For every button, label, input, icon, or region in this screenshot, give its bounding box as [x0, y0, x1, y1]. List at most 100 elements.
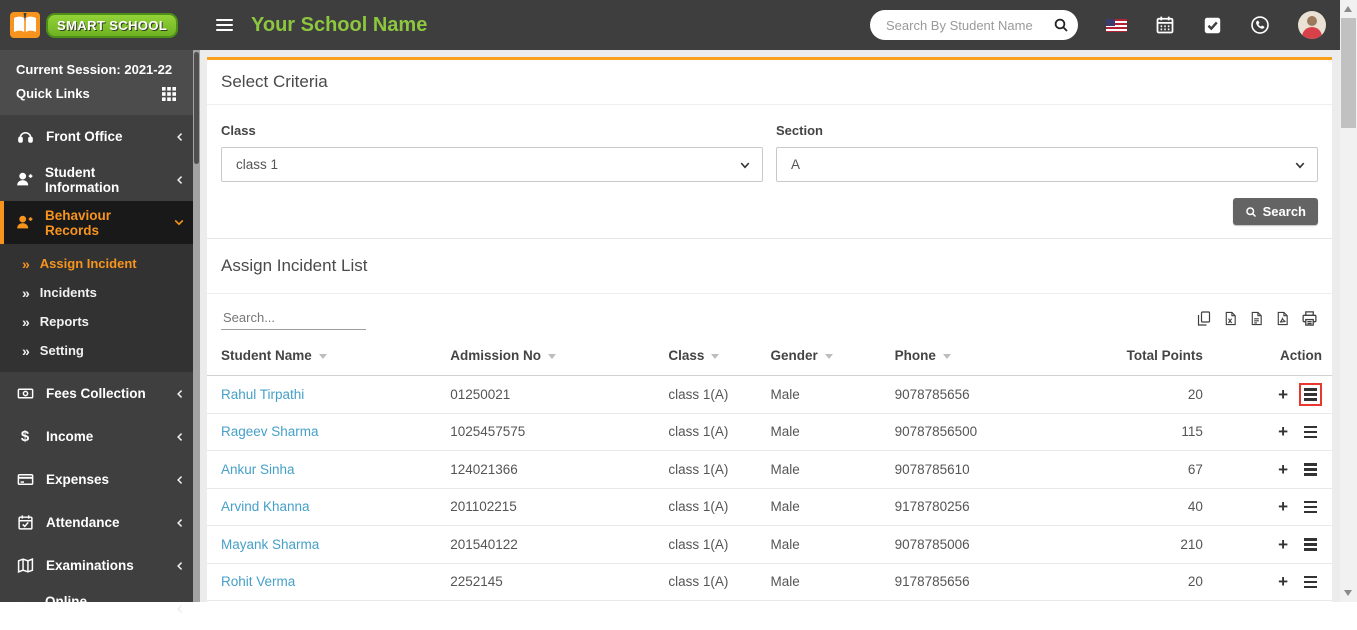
table-search-input[interactable] — [221, 306, 366, 330]
cell-admission-no: 01250021 — [450, 375, 669, 414]
chevron-left-icon — [175, 431, 185, 443]
sidebar-item-label: Student Information — [45, 164, 120, 195]
whatsapp-icon[interactable] — [1250, 15, 1270, 35]
student-name-link[interactable]: Ankur Sinha — [221, 462, 295, 477]
row-menu-button[interactable] — [1299, 421, 1322, 444]
sidebar-item-label: Examinations — [46, 558, 134, 573]
sidebar-subitem-assign-incident[interactable]: » Assign Incident — [0, 249, 200, 278]
sidebar-item-income[interactable]: $ Income — [0, 415, 200, 458]
sidebar: Current Session: 2021-22 Quick Links Fro… — [0, 50, 200, 624]
sidebar-subitem-reports[interactable]: » Reports — [0, 307, 200, 336]
section-select[interactable]: A — [776, 147, 1318, 182]
us-flag-icon[interactable] — [1106, 18, 1127, 32]
student-name-link[interactable]: Arvind Khanna — [221, 499, 310, 514]
column-header-phone[interactable]: Phone — [894, 339, 1121, 376]
cell-phone: 9078785656 — [894, 375, 1121, 414]
column-header-action: Action — [1212, 339, 1332, 376]
column-header-class[interactable]: Class — [668, 339, 771, 376]
class-select[interactable]: class 1 — [221, 147, 763, 182]
sidebar-item-online-examinations[interactable]: Online Examinations — [0, 587, 200, 630]
cell-total-points: 115 — [1120, 413, 1213, 451]
sort-arrow-icon — [824, 353, 833, 359]
sidebar-item-expenses[interactable]: Expenses — [0, 458, 200, 501]
menu-bars-icon — [1304, 425, 1317, 438]
cell-phone: 9178780256 — [894, 488, 1121, 526]
csv-icon[interactable] — [1249, 310, 1264, 327]
subitem-label: Setting — [39, 343, 84, 358]
action-buttons: + — [1278, 496, 1322, 519]
row-menu-button[interactable] — [1299, 571, 1322, 594]
scroll-up-arrow[interactable] — [1344, 6, 1352, 12]
add-incident-button[interactable]: + — [1278, 498, 1288, 515]
column-label: Gender — [770, 348, 818, 363]
sidebar-scrollbar[interactable] — [193, 50, 200, 602]
add-incident-button[interactable]: + — [1278, 461, 1288, 478]
pdf-icon[interactable] — [1275, 310, 1290, 327]
sidebar-item-student-information[interactable]: Student Information — [0, 158, 200, 201]
sidebar-item-examinations[interactable]: Examinations — [0, 544, 200, 587]
add-incident-button[interactable]: + — [1278, 573, 1288, 590]
chevron-left-icon — [175, 517, 185, 529]
sidebar-item-attendance[interactable]: Attendance — [0, 501, 200, 544]
column-header-gender[interactable]: Gender — [770, 339, 895, 376]
cell-gender: Male — [770, 450, 895, 489]
cell-action: + — [1212, 525, 1332, 564]
row-menu-button[interactable] — [1299, 533, 1322, 556]
student-name-link[interactable]: Rahul Tirpathi — [221, 387, 304, 402]
topbar-actions — [870, 10, 1340, 40]
cell-student-name: Ankur Sinha — [207, 450, 451, 489]
chevron-left-icon — [175, 174, 185, 186]
calendar-icon[interactable] — [1155, 15, 1175, 35]
chevron-left-icon — [175, 603, 185, 615]
assign-incident-list-card: Assign Incident List Student Name Admissi… — [207, 239, 1332, 602]
excel-icon[interactable] — [1223, 310, 1238, 327]
chevron-left-icon — [175, 388, 185, 400]
add-incident-button[interactable]: + — [1278, 423, 1288, 440]
top-navbar: SMART SCHOOL Your School Name — [0, 0, 1340, 50]
current-session-label: Current Session: 2021-22 — [16, 62, 173, 77]
headset-icon — [16, 128, 34, 145]
search-icon[interactable] — [1053, 17, 1069, 33]
global-search-input[interactable] — [884, 16, 1053, 34]
sidebar-toggle-icon[interactable] — [216, 19, 233, 31]
sidebar-item-behaviour-records[interactable]: Behaviour Records — [0, 201, 200, 244]
sidebar-scrollbar-thumb[interactable] — [194, 52, 199, 164]
export-toolbar — [1196, 310, 1318, 330]
select-criteria-card: Select Criteria Class class 1 Section A … — [207, 57, 1332, 239]
page-scrollbar[interactable] — [1340, 0, 1357, 602]
row-menu-button[interactable] — [1299, 496, 1322, 519]
sidebar-subitem-setting[interactable]: » Setting — [0, 336, 200, 365]
calendar-check-icon — [16, 514, 34, 531]
column-header-admission-no[interactable]: Admission No — [450, 339, 669, 376]
search-button[interactable]: Search — [1232, 198, 1318, 225]
cell-class: class 1(A) — [668, 525, 771, 564]
sidebar-subitem-incidents[interactable]: » Incidents — [0, 278, 200, 307]
sidebar-menu: Front Office Student Information Behaviour… — [0, 115, 200, 630]
print-icon[interactable] — [1301, 310, 1318, 327]
add-incident-button[interactable]: + — [1278, 536, 1288, 553]
double-angle-icon: » — [22, 255, 30, 272]
tasks-icon[interactable] — [1203, 16, 1222, 35]
add-incident-button[interactable]: + — [1278, 386, 1288, 403]
cell-student-name: Mayank Sharma — [207, 525, 451, 564]
copy-icon[interactable] — [1196, 310, 1212, 327]
quick-links[interactable]: Quick Links — [16, 82, 176, 106]
student-name-link[interactable]: Rageev Sharma — [221, 424, 319, 439]
quick-links-label: Quick Links — [16, 86, 90, 101]
row-menu-button-highlighted[interactable] — [1299, 383, 1322, 406]
column-header-student-name[interactable]: Student Name — [207, 339, 451, 376]
page-scrollbar-thumb[interactable] — [1341, 18, 1356, 128]
student-name-link[interactable]: Rohit Verma — [221, 574, 295, 589]
sidebar-item-front-office[interactable]: Front Office — [0, 115, 200, 158]
row-menu-button[interactable] — [1299, 458, 1322, 481]
app-logo[interactable]: SMART SCHOOL — [0, 0, 200, 50]
sidebar-item-fees-collection[interactable]: Fees Collection — [0, 372, 200, 415]
cell-class: class 1(A) — [668, 450, 771, 489]
scroll-down-arrow[interactable] — [1344, 590, 1352, 596]
chevron-down-icon — [739, 159, 751, 171]
sort-arrow-icon — [318, 353, 327, 359]
user-avatar[interactable] — [1298, 11, 1326, 39]
brand-name: SMART SCHOOL — [46, 12, 179, 38]
cell-phone: 9178785656 — [894, 563, 1121, 601]
student-name-link[interactable]: Mayank Sharma — [221, 537, 319, 552]
